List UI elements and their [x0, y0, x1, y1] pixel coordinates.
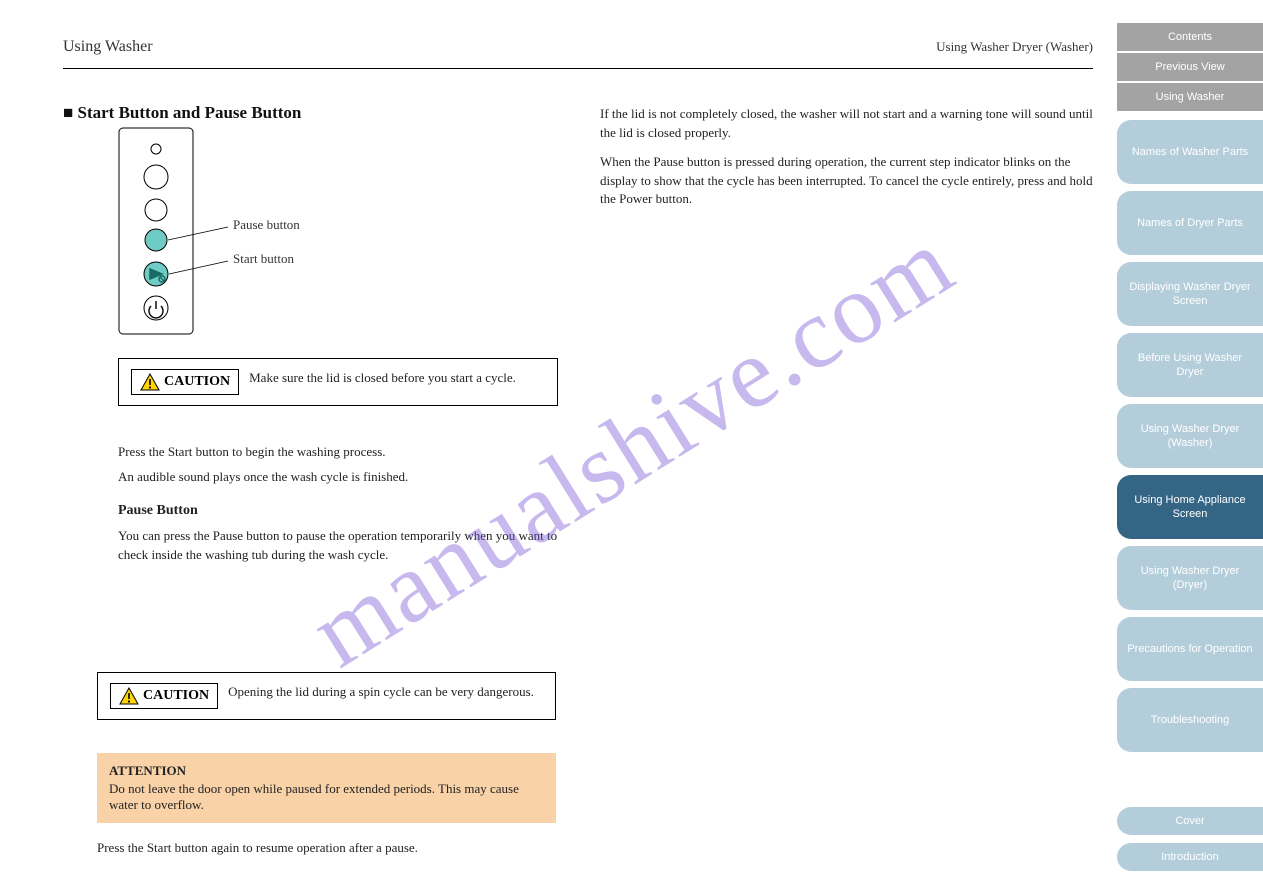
nav-top-previous[interactable]: Previous View — [1117, 53, 1263, 81]
pause-button-label: Pause button — [233, 217, 300, 233]
attention-title: ATTENTION — [109, 763, 544, 779]
nav-section-washer-parts[interactable]: Names of Washer Parts — [1117, 120, 1263, 184]
para-finish-sound: An audible sound plays once the wash cyc… — [118, 468, 558, 487]
caution-text-lid: Make sure the lid is closed before you s… — [249, 369, 516, 387]
header-left: Using Washer — [63, 38, 153, 56]
nav-section-precautions[interactable]: Precautions for Operation — [1117, 617, 1263, 681]
nav-bottom-cover[interactable]: Cover — [1117, 807, 1263, 835]
right-para-lid: If the lid is not completely closed, the… — [600, 105, 1095, 143]
nav-section-using-washer[interactable]: Using Washer Dryer (Washer) — [1117, 404, 1263, 468]
caution-badge: CAUTION — [110, 683, 218, 709]
caution-badge: CAUTION — [131, 369, 239, 395]
header-right: Using Washer Dryer (Washer) — [936, 39, 1093, 55]
caution-triangle-icon — [140, 373, 160, 391]
section-heading: ■ Start Button and Pause Button — [63, 103, 301, 123]
nav-section-using-dryer[interactable]: Using Washer Dryer (Dryer) — [1117, 546, 1263, 610]
remote-control-diagram: Pause button Start button — [118, 127, 378, 342]
caution-box-spin: CAUTION Opening the lid during a spin cy… — [97, 672, 556, 720]
attention-box: ATTENTION Do not leave the door open whi… — [97, 753, 556, 823]
body-after-caution1: Press the Start button to begin the wash… — [118, 443, 558, 571]
attention-body: Do not leave the door open while paused … — [109, 781, 544, 813]
caution-box-lid: CAUTION Make sure the lid is closed befo… — [118, 358, 558, 406]
caution-text-spin: Opening the lid during a spin cycle can … — [228, 683, 534, 701]
para-pause-desc: You can press the Pause button to pause … — [118, 527, 558, 565]
heading-pause-button: Pause Button — [118, 501, 558, 521]
sidebar-nav: Contents Previous View Using Washer Name… — [1117, 0, 1263, 893]
nav-section-troubleshooting[interactable]: Troubleshooting — [1117, 688, 1263, 752]
caution-triangle-icon — [119, 687, 139, 705]
right-column: If the lid is not completely closed, the… — [600, 105, 1095, 219]
nav-section-display-screen[interactable]: Displaying Washer Dryer Screen — [1117, 262, 1263, 326]
nav-section-dryer-parts[interactable]: Names of Dryer Parts — [1117, 191, 1263, 255]
para-start-press: Press the Start button to begin the wash… — [118, 443, 558, 462]
nav-section-home-appliance[interactable]: Using Home Appliance Screen — [1117, 475, 1263, 539]
nav-section-before-using[interactable]: Before Using Washer Dryer — [1117, 333, 1263, 397]
page-header: Using Washer Using Washer Dryer (Washer) — [63, 38, 1093, 69]
right-para-pause: When the Pause button is pressed during … — [600, 153, 1095, 210]
nav-top-using-washer[interactable]: Using Washer — [1117, 83, 1263, 111]
nav-bottom-introduction[interactable]: Introduction — [1117, 843, 1263, 871]
nav-top-contents[interactable]: Contents — [1117, 23, 1263, 51]
final-resume-line: Press the Start button again to resume o… — [97, 840, 418, 856]
start-button-label: Start button — [233, 251, 294, 267]
